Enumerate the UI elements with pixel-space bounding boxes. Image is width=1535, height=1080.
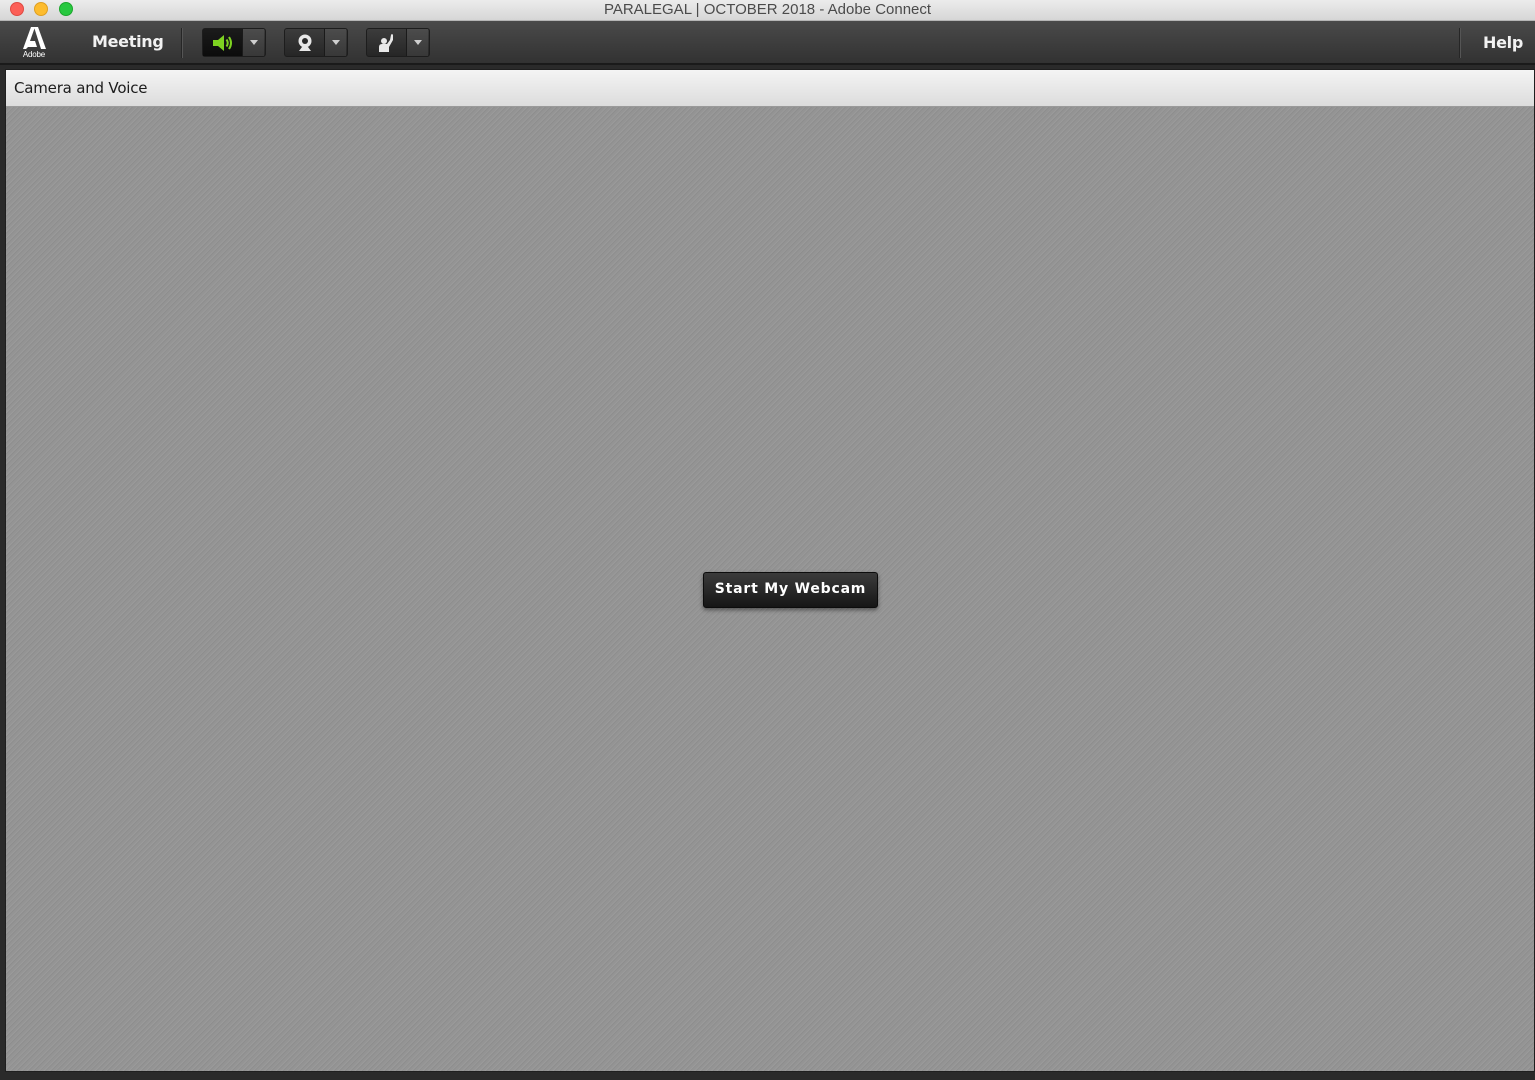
chevron-down-icon — [413, 40, 422, 45]
start-webcam-button[interactable]: Start My Webcam — [703, 572, 878, 608]
pod-header: Camera and Voice — [6, 70, 1534, 107]
toolbar-divider — [1459, 28, 1460, 58]
speaker-dropdown-button[interactable] — [243, 29, 264, 56]
webcam-dropdown-button[interactable] — [325, 29, 346, 56]
pod-body: Start My Webcam — [6, 107, 1534, 1071]
pod-title: Camera and Voice — [14, 79, 148, 97]
speaker-button[interactable] — [203, 29, 243, 56]
chevron-down-icon — [249, 40, 258, 45]
window-titlebar: PARALEGAL | OCTOBER 2018 - Adobe Connect — [0, 0, 1535, 21]
speaker-control — [202, 28, 266, 57]
menu-meeting[interactable]: Meeting — [92, 32, 164, 51]
window-title: PARALEGAL | OCTOBER 2018 - Adobe Connect — [603, 1, 932, 18]
bottom-edge — [0, 1072, 1535, 1080]
status-dropdown-button[interactable] — [407, 29, 428, 56]
webcam-control — [284, 28, 348, 57]
camera-voice-pod: Camera and Voice Start My Webcam — [5, 69, 1535, 1072]
raise-hand-icon — [378, 33, 393, 52]
chevron-down-icon — [331, 40, 340, 45]
webcam-icon — [298, 34, 311, 51]
adobe-logo-icon — [23, 27, 46, 49]
raise-hand-button[interactable] — [367, 29, 407, 56]
speaker-icon — [212, 34, 232, 51]
adobe-logo: Adobe — [20, 25, 48, 59]
menu-help[interactable]: Help — [1483, 33, 1523, 52]
adobe-logo-text: Adobe — [22, 50, 46, 59]
app-toolbar: Adobe Meeting Help — [0, 21, 1535, 65]
toolbar-divider — [181, 28, 182, 58]
status-control — [366, 28, 430, 57]
webcam-button[interactable] — [285, 29, 325, 56]
